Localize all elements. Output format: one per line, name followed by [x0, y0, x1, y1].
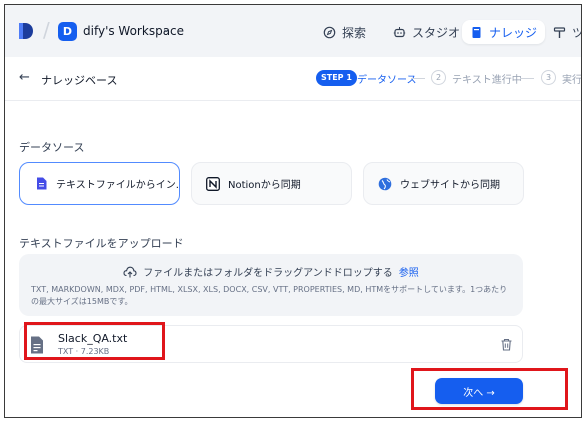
back-arrow-icon[interactable]: ←: [19, 70, 30, 85]
nav-tools[interactable]: ツ: [545, 20, 581, 44]
next-highlight-box: [411, 368, 568, 410]
source-option-file-label: テキストファイルからイン...: [56, 180, 180, 191]
source-option-website[interactable]: ウェブサイトから同期: [363, 162, 524, 205]
source-option-file[interactable]: テキストファイルからイン...: [19, 162, 180, 205]
step-connector: [411, 78, 425, 79]
dropzone-prompt: ファイルまたはフォルダをドラッグアンドドロップする 参照: [19, 264, 523, 279]
browse-link[interactable]: 参照: [399, 264, 419, 279]
step-2-label: テキスト進行中: [452, 75, 522, 86]
nav-explore[interactable]: 探索: [315, 20, 374, 44]
upload-title: テキストファイルをアップロード: [19, 237, 184, 250]
document-icon: [34, 177, 48, 191]
step-1-badge: STEP 1: [316, 70, 357, 86]
notion-icon: [206, 176, 220, 191]
knowledge-base-title[interactable]: ナレッジベース: [41, 72, 117, 88]
source-option-notion[interactable]: Notionから同期: [191, 162, 352, 205]
step-1-label: データソース: [357, 75, 417, 86]
step-2-number: 2: [431, 70, 446, 85]
workspace-avatar[interactable]: D: [58, 22, 77, 41]
file-dropzone[interactable]: ファイルまたはフォルダをドラッグアンドドロップする 参照 TXT, MARKDO…: [19, 254, 523, 316]
supported-formats-text: TXT, MARKDOWN, MDX, PDF, HTML, XLSX, XLS…: [31, 285, 508, 306]
dify-logo-icon[interactable]: [18, 22, 34, 40]
nav-studio-label: スタジオ: [412, 25, 461, 40]
source-option-website-label: ウェブサイトから同期: [400, 180, 500, 191]
nav-explore-label: 探索: [342, 25, 367, 40]
cloud-upload-icon: [123, 266, 137, 277]
book-icon: [472, 26, 481, 38]
sub-header: ← ナレッジベース STEP 1 データソース 2 テキスト進行中 3 実行: [5, 57, 581, 101]
nav-tools-label: ツ: [572, 24, 581, 41]
nav-knowledge-label: ナレッジ: [489, 25, 538, 40]
step-3-number: 3: [541, 70, 556, 85]
nav-studio[interactable]: スタジオ: [385, 20, 468, 44]
chevron-down-icon[interactable]: ⌄: [162, 24, 170, 35]
datasource-title: データソース: [19, 141, 85, 154]
file-highlight-box: [24, 322, 165, 360]
robot-icon: [393, 26, 406, 37]
nav-knowledge[interactable]: ナレッジ: [462, 20, 546, 44]
top-navigation: / D dify's Workspace ⌄ 探索 スタジオ ナレッジ ツ: [5, 5, 581, 57]
breadcrumb-separator: /: [43, 18, 50, 42]
hammer-icon: [553, 26, 566, 38]
trash-icon[interactable]: [500, 338, 513, 351]
source-option-notion-label: Notionから同期: [228, 180, 301, 191]
compass-icon: [323, 26, 336, 38]
dropzone-text: ファイルまたはフォルダをドラッグアンドドロップする: [143, 268, 393, 279]
step-connector: [520, 78, 534, 79]
globe-icon: [378, 177, 392, 191]
step-3-label: 実行: [562, 75, 582, 86]
